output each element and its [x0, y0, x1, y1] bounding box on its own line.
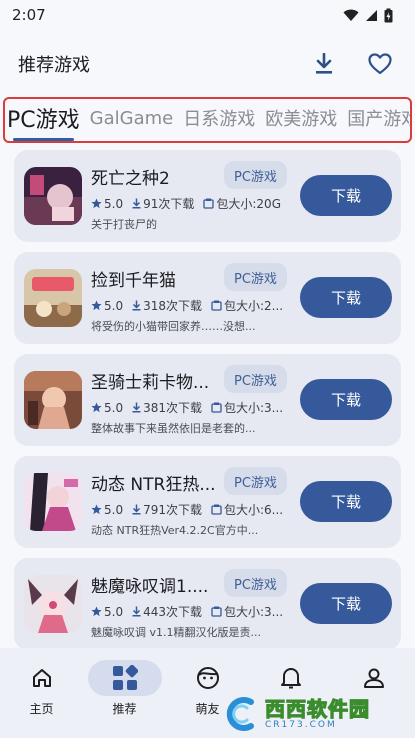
game-title: 捡到千年猫	[91, 271, 176, 291]
category-tabs: PC游戏 GalGame 日系游戏 欧美游戏 国产游戏	[3, 97, 412, 143]
nav-label: 主页	[29, 702, 54, 716]
game-description: 将受伤的小猫带回家养……没想...	[91, 320, 256, 333]
download-game-button[interactable]: 下载	[300, 583, 392, 624]
game-title: 魅魔咏叹调1....	[91, 577, 209, 597]
category-badge: PC游戏	[224, 263, 287, 291]
nav-label: 萌友	[195, 702, 220, 716]
rating: 5.0	[104, 400, 124, 415]
game-description: 关于打丧尸的	[91, 218, 157, 231]
package-icon	[211, 504, 222, 515]
watermark-text: 西西软件园	[264, 696, 370, 721]
game-thumbnail	[24, 269, 82, 327]
nav-recommend[interactable]: 推荐	[85, 660, 165, 738]
download-game-button[interactable]: 下载	[300, 379, 392, 420]
package-size: 包大小:2...	[224, 299, 284, 313]
game-card[interactable]: 死亡之种2 PC游戏 5.0 91次下载 包大小:20G 关于打丧尸的 下载	[14, 150, 401, 242]
game-thumbnail	[24, 371, 82, 429]
game-meta: 5.0 791次下载 包大小:6...	[91, 501, 291, 518]
star-icon	[91, 402, 102, 413]
download-count: 91次下载	[143, 197, 195, 211]
game-title: 动态 NTR狂热...	[91, 475, 216, 495]
game-card[interactable]: 魅魔咏叹调1.... PC游戏 5.0 443次下载 包大小:3... 魅魔咏叹…	[14, 558, 401, 650]
game-title: 圣骑士莉卡物...	[91, 373, 210, 393]
package-icon	[211, 606, 222, 617]
game-card[interactable]: 动态 NTR狂热... PC游戏 5.0 791次下载 包大小:6... 动态 …	[14, 456, 401, 548]
game-card[interactable]: 捡到千年猫 PC游戏 5.0 318次下载 包大小:2... 将受伤的小猫带回家…	[14, 252, 401, 344]
tab-western-games[interactable]: 欧美游戏	[265, 105, 337, 135]
package-size: 包大小:3...	[224, 401, 284, 415]
game-meta: 5.0 443次下载 包大小:3...	[91, 603, 291, 620]
heart-icon	[368, 53, 392, 75]
download-button[interactable]	[307, 47, 341, 81]
package-size: 包大小:3...	[224, 605, 284, 619]
game-description: 动态 NTR狂热Ver4.2.2C官方中...	[91, 524, 259, 537]
download-count: 318次下载	[143, 299, 202, 313]
category-badge: PC游戏	[224, 467, 287, 495]
package-size: 包大小:6...	[224, 503, 284, 517]
download-icon	[316, 53, 332, 74]
status-bar: 2:07	[0, 0, 415, 30]
download-game-button[interactable]: 下载	[300, 175, 392, 216]
package-icon	[211, 300, 222, 311]
status-icons	[343, 8, 393, 23]
game-card[interactable]: 圣骑士莉卡物... PC游戏 5.0 381次下载 包大小:3... 整体故事下…	[14, 354, 401, 446]
wifi-icon	[343, 9, 359, 21]
rating: 5.0	[104, 298, 124, 313]
game-thumbnail	[24, 473, 82, 531]
rating: 5.0	[104, 502, 124, 517]
status-time: 2:07	[12, 6, 46, 24]
star-icon	[91, 606, 102, 617]
tab-domestic-games[interactable]: 国产游戏	[347, 105, 410, 135]
nav-label: 推荐	[112, 702, 137, 716]
app-header: 推荐游戏	[0, 38, 415, 90]
tab-galgame[interactable]: GalGame	[90, 108, 174, 133]
download-game-button[interactable]: 下载	[300, 481, 392, 522]
game-thumbnail	[24, 167, 82, 225]
tab-japanese-games[interactable]: 日系游戏	[183, 105, 255, 135]
download-count-icon	[132, 402, 141, 413]
game-description: 魅魔咏叹调 v1.1精翻汉化版是责...	[91, 626, 261, 639]
nav-home[interactable]: 主页	[2, 660, 82, 738]
tab-strip: PC游戏 GalGame 日系游戏 欧美游戏 国产游戏	[5, 99, 410, 141]
watermark-c-icon	[226, 697, 254, 731]
game-meta: 5.0 318次下载 包大小:2...	[91, 297, 291, 314]
rating: 5.0	[104, 604, 124, 619]
category-badge: PC游戏	[224, 161, 287, 189]
download-count-icon	[132, 606, 141, 617]
download-count: 381次下载	[143, 401, 202, 415]
watermark-logo: 西西软件园 CR173.COM	[221, 696, 411, 732]
category-badge: PC游戏	[224, 569, 287, 597]
page-title: 推荐游戏	[18, 55, 90, 76]
battery-icon	[384, 8, 393, 22]
download-count-icon	[132, 504, 141, 515]
star-icon	[91, 198, 102, 209]
game-list: 死亡之种2 PC游戏 5.0 91次下载 包大小:20G 关于打丧尸的 下载 捡…	[14, 150, 401, 660]
package-size: 包大小:20G	[216, 197, 281, 211]
download-count: 791次下载	[143, 503, 202, 517]
package-icon	[203, 198, 215, 209]
star-icon	[91, 504, 102, 515]
game-meta: 5.0 381次下载 包大小:3...	[91, 399, 291, 416]
game-meta: 5.0 91次下载 包大小:20G	[91, 195, 291, 212]
favorite-button[interactable]	[363, 47, 397, 81]
download-count: 443次下载	[143, 605, 202, 619]
download-count-icon	[132, 198, 141, 209]
grid-icon	[112, 665, 138, 690]
signal-icon	[366, 9, 377, 21]
tab-pc-games[interactable]: PC游戏	[7, 102, 80, 141]
game-description: 整体故事下来虽然依旧是老套的...	[91, 422, 256, 435]
face-icon	[196, 667, 219, 689]
watermark-subtext: CR173.COM	[265, 719, 337, 730]
game-title: 死亡之种2	[91, 169, 170, 189]
bell-icon	[280, 668, 301, 689]
download-count-icon	[132, 300, 141, 311]
category-badge: PC游戏	[224, 365, 287, 393]
download-game-button[interactable]: 下载	[300, 277, 392, 318]
package-icon	[211, 402, 222, 413]
person-icon	[363, 668, 384, 688]
rating: 5.0	[104, 196, 124, 211]
home-icon	[32, 669, 51, 687]
game-thumbnail	[24, 575, 82, 633]
star-icon	[91, 300, 102, 311]
